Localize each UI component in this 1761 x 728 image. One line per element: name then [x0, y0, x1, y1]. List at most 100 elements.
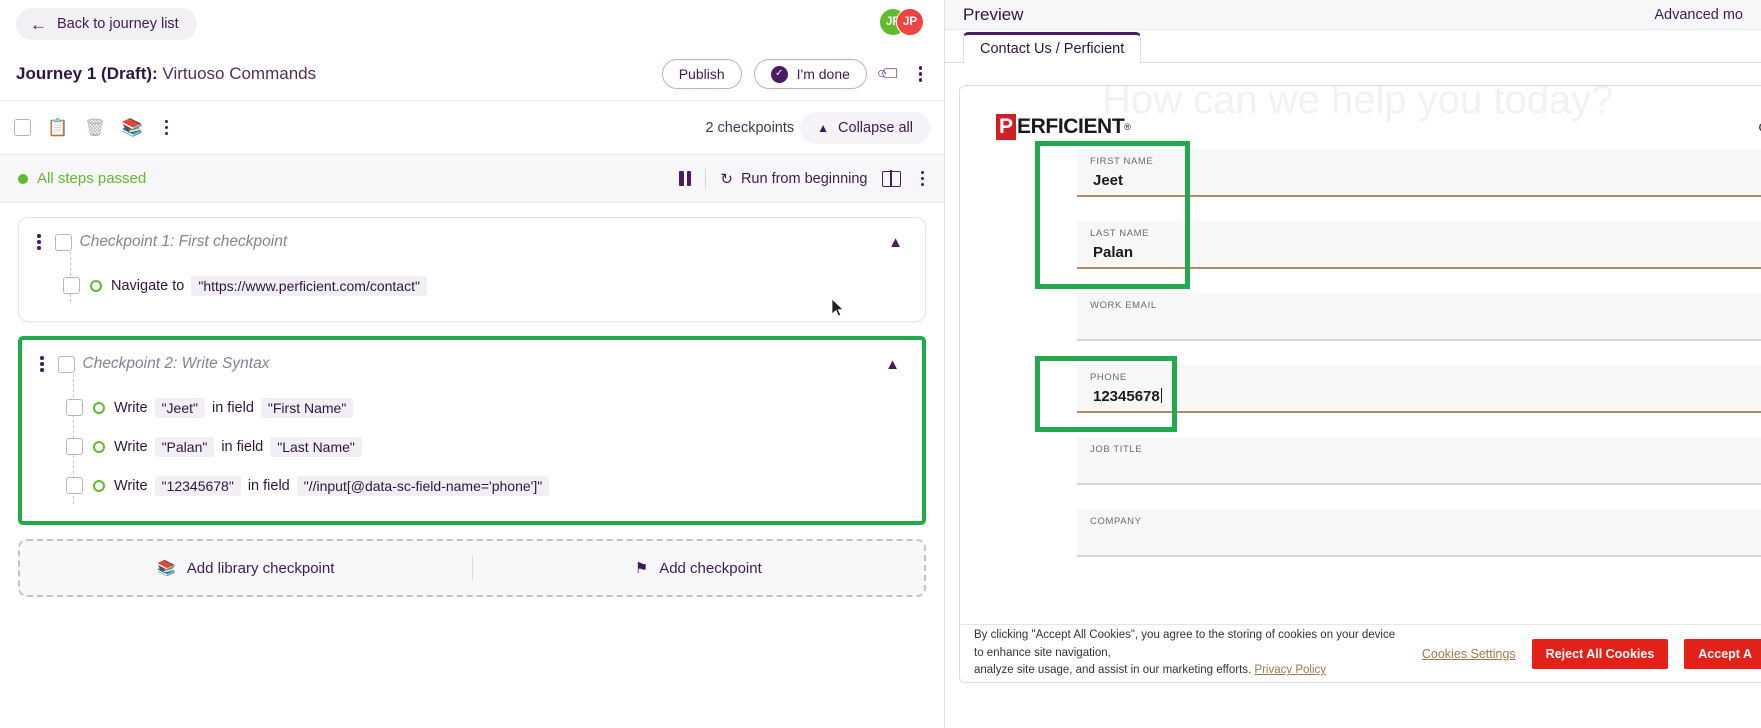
- tab-contact-us[interactable]: Contact Us / Perficient: [963, 32, 1142, 63]
- step-verb: Write: [114, 438, 148, 455]
- im-done-label: I'm done: [796, 66, 850, 82]
- pause-icon[interactable]: [679, 171, 692, 186]
- checkpoint-checkbox[interactable]: [57, 355, 75, 373]
- library-icon[interactable]: 📚: [122, 119, 143, 136]
- journey-editor-pane: ← Back to journey list JP JP Journey 1 (…: [0, 0, 945, 728]
- checkpoint-checkbox[interactable]: [54, 233, 72, 251]
- checkpoint-collapse-icon[interactable]: ▲: [888, 234, 903, 251]
- run-from-beginning-button[interactable]: ↻ Run from beginning: [720, 170, 867, 188]
- avatar-group: JP JP: [879, 8, 924, 36]
- check-circle-icon: ✓: [770, 65, 788, 83]
- step-row[interactable]: Navigate to "https://www.perficient.com/…: [19, 266, 925, 305]
- accept-all-cookies-button[interactable]: Accept A: [1684, 638, 1761, 669]
- step-row[interactable]: Write "12345678" in field "//input[@data…: [22, 466, 922, 505]
- step-verb: Navigate to: [111, 277, 185, 294]
- step-status-icon: [93, 479, 105, 492]
- cookie-line-2: analyze site usage, and assist in our ma…: [974, 664, 1252, 677]
- toolbar-right-group: 2 checkpoints ▲ Collapse all: [705, 111, 930, 144]
- im-done-button[interactable]: ✓ I'm done: [753, 59, 867, 89]
- status-dot-icon: [18, 173, 28, 184]
- avatar[interactable]: JP: [896, 8, 924, 36]
- journey-actions: Publish ✓ I'm done 🏷: [661, 59, 929, 89]
- work-email-label: WORK EMAIL: [1090, 300, 1157, 311]
- page-title: Journey 1 (Draft): Virtuoso Commands: [16, 64, 316, 84]
- logo-wordmark: ERFICIENT: [1017, 115, 1125, 138]
- collapse-all-label: Collapse all: [838, 119, 913, 136]
- run-more-menu-icon[interactable]: [915, 167, 931, 191]
- work-email-field[interactable]: WORK EMAIL: [1077, 293, 1761, 341]
- step-value: "Palan": [154, 436, 215, 457]
- checkpoint-more-menu-icon[interactable]: [34, 352, 50, 376]
- add-library-checkpoint-button[interactable]: 📚 Add library checkpoint: [20, 559, 472, 578]
- selection-toolbar: 📋 🗑 📚 2 checkpoints ▲ Collapse all: [0, 101, 944, 155]
- checkpoint-title: Checkpoint 1: First checkpoint: [80, 233, 288, 251]
- reject-all-cookies-button[interactable]: Reject All Cookies: [1531, 638, 1669, 669]
- step-field: "First Name": [260, 397, 354, 418]
- copy-icon[interactable]: 📋: [47, 119, 68, 136]
- step-row[interactable]: Write "Jeet" in field "First Name": [22, 388, 922, 427]
- refresh-icon: ↻: [720, 170, 733, 188]
- tag-icon[interactable]: 🏷: [875, 59, 904, 88]
- checkpoint-card-highlighted: Checkpoint 2: Write Syntax ▲ Write "Jeet…: [18, 336, 926, 525]
- checkpoint-card: Checkpoint 1: First checkpoint ▲ Navigat…: [18, 217, 926, 322]
- job-title-label: JOB TITLE: [1090, 444, 1143, 455]
- checkpoint-label: Checkpoint 1:: [79, 233, 175, 250]
- checkpoint-more-menu-icon[interactable]: [31, 230, 47, 254]
- step-status-icon: [93, 440, 105, 453]
- registered-mark-icon: ®: [1124, 122, 1131, 132]
- company-label: COMPANY: [1090, 516, 1142, 527]
- add-library-checkpoint-label: Add library checkpoint: [186, 559, 335, 577]
- run-status-bar: All steps passed ↻ Run from beginning: [0, 155, 944, 203]
- delete-icon[interactable]: 🗑: [84, 119, 106, 136]
- add-checkpoint-label: Add checkpoint: [659, 559, 762, 577]
- add-checkpoint-row: 📚 Add library checkpoint ⚑ Add checkpoin…: [18, 539, 926, 597]
- run-controls: ↻ Run from beginning: [679, 167, 930, 191]
- toolbar-more-menu-icon[interactable]: [159, 116, 175, 140]
- step-status-icon: [90, 279, 102, 292]
- preview-browser-frame: How can we help you today? PERFICIENT® ⚲…: [959, 85, 1761, 683]
- journey-prefix: Journey 1 (Draft):: [16, 64, 158, 83]
- phone-field[interactable]: PHONE 12345678: [1077, 365, 1761, 413]
- checkpoint-header: Checkpoint 2: Write Syntax ▲: [22, 340, 922, 388]
- app-root: ← Back to journey list JP JP Journey 1 (…: [0, 0, 1761, 728]
- step-checkbox[interactable]: [66, 438, 83, 455]
- step-value: "https://www.perficient.com/contact": [191, 275, 427, 296]
- step-row[interactable]: Write "Palan" in field "Last Name": [22, 427, 922, 466]
- checkpoint-name: Write Syntax: [181, 355, 270, 372]
- top-bar: ← Back to journey list JP JP: [0, 0, 944, 48]
- step-field: "//input[@data-sc-field-name='phone']": [296, 475, 550, 496]
- journey-name: Virtuoso Commands: [162, 64, 317, 83]
- journey-more-menu-icon[interactable]: [913, 62, 929, 86]
- split-view-icon[interactable]: [881, 169, 901, 188]
- select-all-checkbox[interactable]: [14, 119, 31, 136]
- company-field[interactable]: COMPANY: [1077, 509, 1761, 557]
- publish-button[interactable]: Publish: [661, 59, 742, 89]
- preview-pane: Preview Advanced mo Contact Us / Perfici…: [945, 0, 1761, 728]
- step-verb: Write: [114, 399, 148, 416]
- job-title-field[interactable]: JOB TITLE: [1077, 437, 1761, 485]
- step-verb: Write: [114, 477, 148, 494]
- back-button-label: Back to journey list: [57, 16, 179, 32]
- checkpoint-collapse-icon[interactable]: ▲: [885, 356, 900, 373]
- step-checkbox[interactable]: [66, 399, 83, 416]
- divider: [705, 168, 707, 189]
- back-to-journey-list-button[interactable]: ← Back to journey list: [16, 8, 197, 40]
- highlight-box-name-fields: [1035, 141, 1190, 289]
- hero-heading: How can we help you today?: [1102, 85, 1614, 122]
- search-icon[interactable]: ⚲: [1758, 120, 1761, 140]
- cookies-settings-link[interactable]: Cookies Settings: [1422, 647, 1516, 661]
- advanced-mode-toggle[interactable]: Advanced mo: [1654, 7, 1743, 23]
- step-in-field-label: in field: [221, 438, 264, 455]
- step-checkbox[interactable]: [66, 477, 83, 494]
- publish-label: Publish: [678, 66, 725, 82]
- cookie-line-1: By clicking "Accept All Cookies", you ag…: [974, 628, 1396, 659]
- flag-icon: ⚑: [634, 560, 649, 577]
- perficient-logo: P ERFICIENT ®: [996, 114, 1131, 140]
- step-checkbox[interactable]: [63, 277, 80, 294]
- checkpoint-count: 2 checkpoints: [705, 119, 795, 136]
- add-checkpoint-button[interactable]: ⚑ Add checkpoint: [473, 559, 925, 578]
- collapse-all-button[interactable]: ▲ Collapse all: [800, 111, 930, 144]
- step-in-field-label: in field: [247, 477, 290, 494]
- privacy-policy-link[interactable]: Privacy Policy: [1254, 664, 1326, 676]
- step-value: "12345678": [154, 475, 241, 496]
